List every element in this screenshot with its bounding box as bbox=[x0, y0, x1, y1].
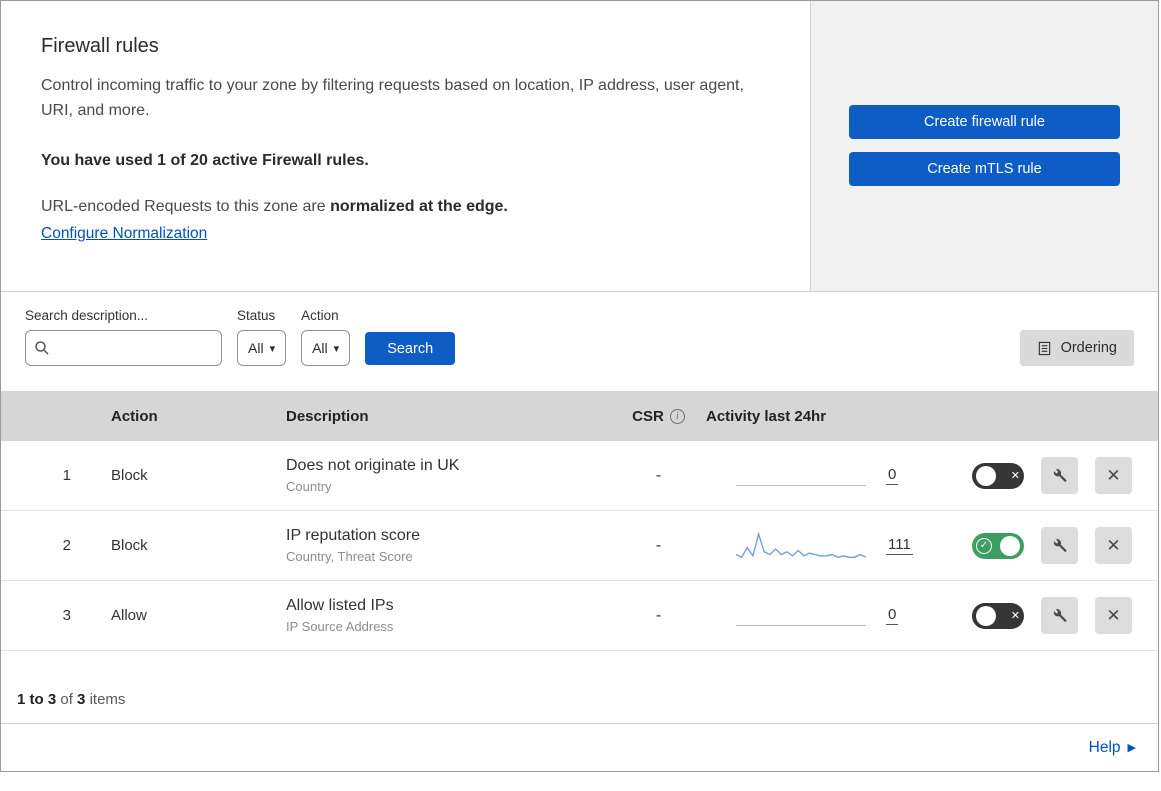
info-icon[interactable]: i bbox=[669, 408, 685, 424]
rule-action: Block bbox=[111, 537, 148, 554]
toggle-x-icon: ✕ bbox=[1010, 470, 1020, 482]
rule-criteria: Country bbox=[286, 479, 332, 494]
activity-count-link[interactable]: 0 bbox=[886, 466, 899, 485]
pagination-total: 3 bbox=[77, 691, 86, 708]
search-input-wrapper bbox=[25, 330, 222, 366]
help-row: Help ▶ bbox=[1, 724, 1158, 771]
rule-action: Block bbox=[111, 467, 148, 484]
activity-count-link[interactable]: 0 bbox=[886, 606, 899, 625]
create-firewall-rule-button[interactable]: Create firewall rule bbox=[849, 105, 1120, 139]
status-value: All bbox=[248, 340, 264, 356]
chevron-down-icon: ▾ bbox=[333, 342, 340, 355]
rule-action: Allow bbox=[111, 607, 147, 624]
search-field: Search description... bbox=[25, 308, 222, 366]
rule-enabled-toggle[interactable]: ✓ ✕ bbox=[972, 602, 1024, 629]
close-icon: ✕ bbox=[1106, 535, 1121, 555]
toggle-x-icon: ✕ bbox=[1010, 610, 1020, 622]
rule-criteria: IP Source Address bbox=[286, 619, 394, 634]
create-mtls-rule-button[interactable]: Create mTLS rule bbox=[849, 152, 1120, 186]
search-input[interactable] bbox=[56, 340, 213, 356]
table-row: 1 Block Does not originate in UK Country… bbox=[1, 441, 1158, 511]
actions-panel: Create firewall rule Create mTLS rule bbox=[811, 1, 1158, 291]
normalization-bold: normalized at the edge. bbox=[330, 197, 508, 215]
column-description: Description bbox=[286, 407, 369, 425]
action-label: Action bbox=[301, 308, 339, 323]
normalization-note: URL-encoded Requests to this zone are no… bbox=[41, 198, 770, 216]
status-dropdown[interactable]: All ▾ bbox=[237, 330, 287, 366]
edit-rule-button[interactable] bbox=[1041, 457, 1078, 494]
pagination-range: 1 to 3 bbox=[17, 691, 57, 708]
action-dropdown[interactable]: All ▾ bbox=[301, 330, 351, 366]
rule-enabled-toggle[interactable]: ✓ ✕ bbox=[972, 462, 1024, 489]
search-button[interactable]: Search bbox=[365, 332, 456, 365]
table-header: Action Description CSR i Activity last 2… bbox=[1, 391, 1158, 441]
activity-sparkline bbox=[736, 459, 866, 493]
page-title: Firewall rules bbox=[41, 35, 159, 57]
chevron-down-icon: ▾ bbox=[269, 342, 276, 355]
delete-rule-button[interactable]: ✕ bbox=[1095, 527, 1132, 564]
rule-priority: 3 bbox=[62, 607, 71, 624]
wrench-icon bbox=[1051, 537, 1068, 554]
arrow-right-icon: ▶ bbox=[1127, 742, 1136, 754]
column-activity: Activity last 24hr bbox=[706, 407, 827, 425]
search-icon bbox=[34, 340, 50, 356]
ordering-list-icon bbox=[1037, 341, 1052, 356]
column-action: Action bbox=[111, 407, 158, 425]
firewall-rules-page: Firewall rules Control incoming traffic … bbox=[0, 0, 1159, 772]
rule-csr: - bbox=[655, 536, 662, 554]
rule-csr: - bbox=[655, 466, 662, 484]
wrench-icon bbox=[1051, 467, 1068, 484]
ordering-button[interactable]: Ordering bbox=[1019, 330, 1134, 366]
close-icon: ✕ bbox=[1106, 465, 1121, 485]
table-row: 3 Allow Allow listed IPs IP Source Addre… bbox=[1, 581, 1158, 651]
toggle-knob bbox=[1000, 535, 1020, 556]
rule-description: IP reputation score bbox=[286, 527, 421, 544]
action-filter: Action All ▾ bbox=[301, 308, 351, 366]
pagination-summary: 1 to 3 of 3 items bbox=[1, 651, 1158, 724]
delete-rule-button[interactable]: ✕ bbox=[1095, 597, 1132, 634]
rule-priority: 1 bbox=[62, 467, 71, 484]
toggle-check-icon: ✓ bbox=[976, 537, 992, 554]
configure-normalization-link[interactable]: Configure Normalization bbox=[41, 225, 207, 243]
action-value: All bbox=[312, 340, 328, 356]
rule-priority: 2 bbox=[62, 537, 71, 554]
activity-sparkline bbox=[736, 529, 866, 563]
edit-rule-button[interactable] bbox=[1041, 527, 1078, 564]
column-csr: CSR i bbox=[611, 408, 706, 425]
activity-count-link[interactable]: 111 bbox=[886, 536, 913, 555]
rule-csr: - bbox=[655, 606, 662, 624]
close-icon: ✕ bbox=[1106, 605, 1121, 625]
usage-summary: You have used 1 of 20 active Firewall ru… bbox=[41, 151, 369, 169]
filter-bar: Search description... Status All ▾ Actio… bbox=[1, 292, 1158, 391]
rule-criteria: Country, Threat Score bbox=[286, 549, 413, 564]
page-description: Control incoming traffic to your zone by… bbox=[41, 77, 744, 119]
rule-description: Allow listed IPs bbox=[286, 597, 394, 614]
status-filter: Status All ▾ bbox=[237, 308, 287, 366]
page-header: Firewall rules Control incoming traffic … bbox=[1, 1, 1158, 292]
normalization-prefix: URL-encoded Requests to this zone are bbox=[41, 197, 326, 215]
search-label: Search description... bbox=[25, 308, 149, 323]
toggle-knob bbox=[976, 465, 996, 486]
help-link[interactable]: Help ▶ bbox=[1089, 739, 1136, 757]
delete-rule-button[interactable]: ✕ bbox=[1095, 457, 1132, 494]
activity-sparkline bbox=[736, 599, 866, 633]
rule-enabled-toggle[interactable]: ✓ ✕ bbox=[972, 532, 1024, 559]
header-text-block: Firewall rules Control incoming traffic … bbox=[1, 1, 811, 291]
wrench-icon bbox=[1051, 607, 1068, 624]
status-label: Status bbox=[237, 308, 276, 323]
rule-description: Does not originate in UK bbox=[286, 457, 460, 474]
table-row: 2 Block IP reputation score Country, Thr… bbox=[1, 511, 1158, 581]
toggle-knob bbox=[976, 605, 996, 626]
edit-rule-button[interactable] bbox=[1041, 597, 1078, 634]
